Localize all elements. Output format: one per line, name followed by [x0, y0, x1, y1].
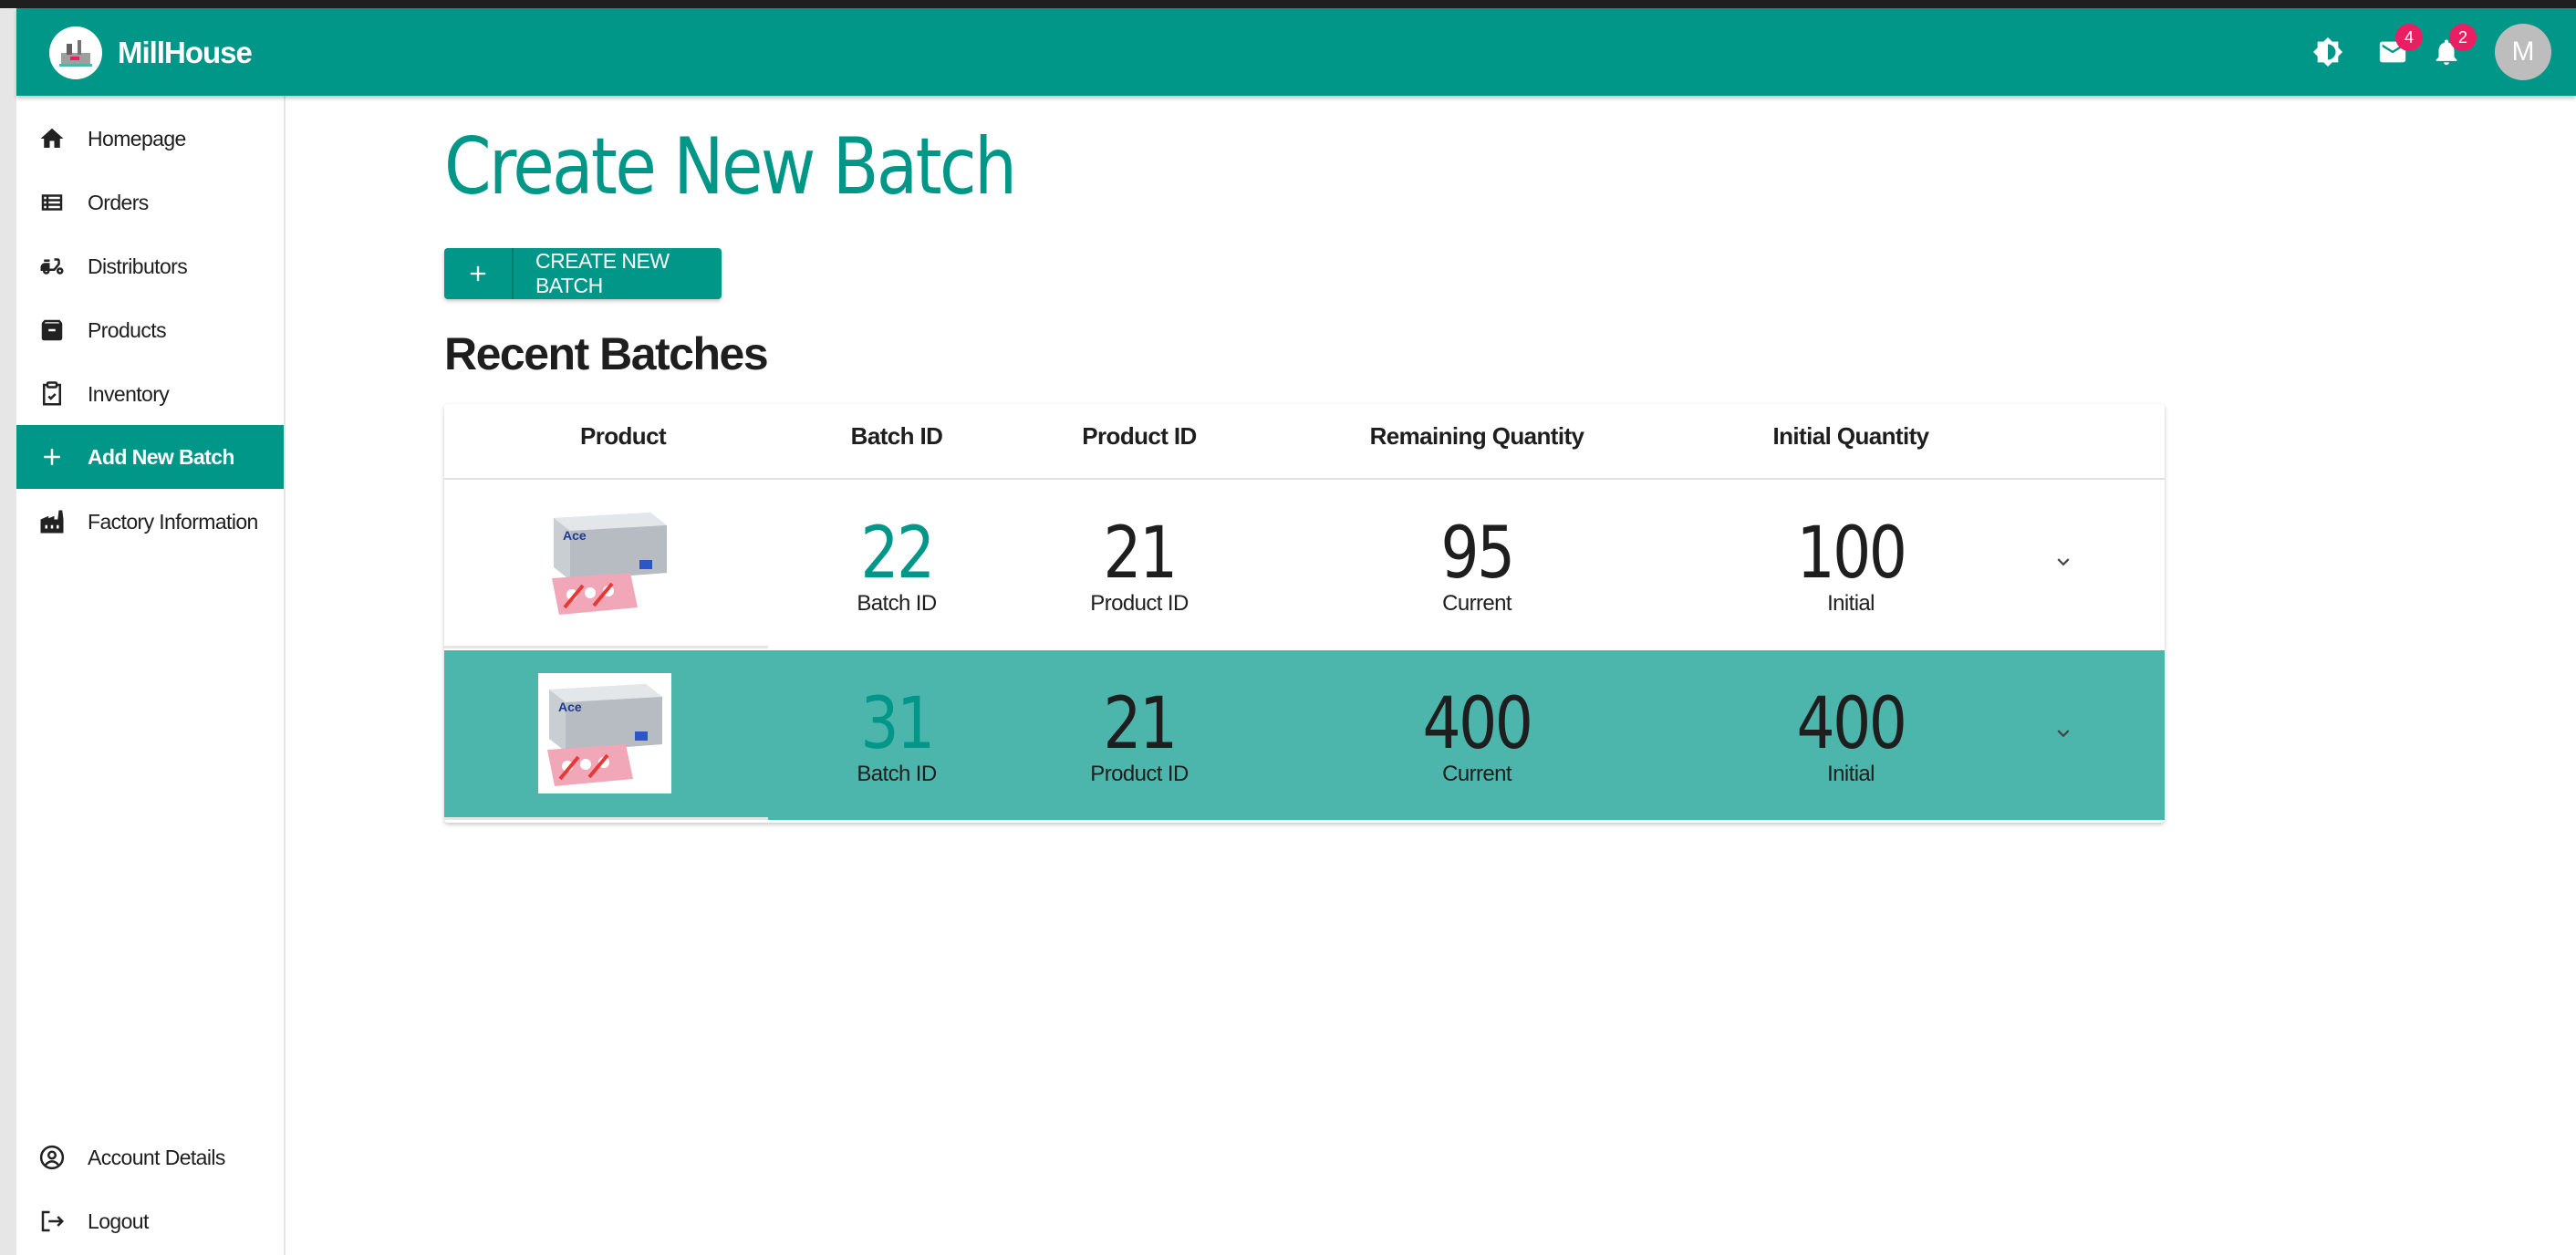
factory-icon [36, 506, 68, 537]
product-id-cell: 21 Product ID [1090, 683, 1189, 787]
row-divider [444, 817, 768, 820]
window-edge [0, 0, 16, 1255]
product-id-caption: Product ID [1090, 591, 1189, 616]
mail-badge: 4 [2395, 24, 2423, 51]
column-header-batch-id: Batch ID [850, 422, 943, 450]
mail-button[interactable]: 4 [2373, 24, 2423, 71]
initial-quantity-caption: Initial [1827, 762, 1875, 786]
sidebar-item-label: Account Details [88, 1145, 225, 1169]
sidebar-item-label: Homepage [88, 126, 186, 150]
sidebar-item-add-new-batch[interactable]: Add New Batch [16, 425, 284, 489]
chevron-down-icon [2057, 730, 2070, 738]
window-top-edge [0, 0, 2576, 8]
sidebar-item-account-details[interactable]: Account Details [16, 1125, 284, 1189]
initial-quantity-cell: 100 Initial [1787, 518, 1915, 617]
sidebar: Homepage Orders Distributors Products In… [16, 96, 286, 1255]
batch-id-cell: 22 Batch ID [854, 518, 939, 617]
remaining-quantity-caption: Current [1442, 591, 1511, 616]
initial-quantity-cell: 400 Initial [1787, 689, 1915, 787]
column-header-product: Product [579, 422, 667, 450]
column-header-remaining-quantity: Remaining Quantity [1369, 422, 1584, 450]
product-thumbnail: Ace [543, 502, 676, 622]
mill-logo-icon [59, 40, 92, 67]
logout-icon [36, 1206, 68, 1237]
sidebar-item-label: Inventory [88, 381, 170, 406]
remaining-quantity-value: 95 [1440, 513, 1515, 595]
chevron-down-icon [2057, 558, 2070, 566]
notifications-badge: 2 [2449, 24, 2477, 51]
sidebar-item-label: Add New Batch [88, 444, 234, 469]
list-icon [36, 187, 68, 218]
clipboard-check-icon [36, 379, 68, 410]
sidebar-item-label: Logout [88, 1208, 149, 1233]
app-title[interactable]: MillHouse [118, 36, 253, 70]
sidebar-item-label: Products [88, 317, 167, 342]
sidebar-item-label: Orders [88, 190, 149, 214]
product-id-caption: Product ID [1090, 762, 1189, 786]
batch-id-value: 31 [860, 683, 935, 765]
recent-batches-title: Recent Batches [444, 328, 769, 379]
sidebar-item-label: Factory Information [88, 509, 258, 534]
sidebar-item-factory-information[interactable]: Factory Information [16, 490, 284, 554]
app-window: MillHouse 4 2 M Homepage Orders Distribu… [16, 8, 2576, 1255]
row-divider [444, 646, 768, 648]
product-id-cell: 21 Product ID [1090, 513, 1189, 617]
home-icon [36, 123, 68, 154]
theme-toggle-button[interactable] [2309, 33, 2347, 71]
brightness-icon [2312, 36, 2343, 67]
table-row[interactable]: Ace 31 Batch ID 21 Product ID 400 Curren… [444, 650, 2165, 820]
batch-id-caption: Batch ID [857, 762, 937, 786]
app-bar: MillHouse 4 2 M [16, 8, 2576, 96]
create-new-batch-label: CREATE NEW BATCH [535, 249, 670, 297]
remaining-quantity-cell: 400 Current [1413, 689, 1541, 787]
batch-id-value: 22 [860, 513, 935, 595]
sidebar-item-inventory[interactable]: Inventory [16, 362, 284, 426]
archive-icon [36, 315, 68, 346]
batch-id-cell: 31 Batch ID [854, 689, 939, 787]
avatar[interactable]: M [2495, 24, 2551, 80]
product-id-value: 21 [1103, 513, 1178, 595]
remaining-quantity-value: 400 [1422, 683, 1533, 765]
sidebar-item-label: Distributors [88, 254, 188, 278]
sidebar-item-orders[interactable]: Orders [16, 171, 284, 234]
product-id-value: 21 [1103, 683, 1178, 765]
initial-quantity-value: 100 [1796, 513, 1907, 595]
recent-batches-table: Product Batch ID Product ID Remaining Qu… [444, 404, 2165, 823]
notifications-button[interactable]: 2 [2427, 24, 2477, 71]
sidebar-item-products[interactable]: Products [16, 298, 284, 362]
batch-id-caption: Batch ID [857, 591, 937, 616]
initial-quantity-caption: Initial [1827, 591, 1875, 616]
remaining-quantity-cell: 95 Current [1434, 518, 1519, 617]
scooter-icon [36, 251, 68, 282]
logo[interactable] [49, 26, 102, 79]
column-header-product-id: Product ID [1082, 422, 1197, 450]
sidebar-item-distributors[interactable]: Distributors [16, 234, 284, 298]
account-circle-icon [36, 1142, 68, 1173]
svg-text:Ace: Ace [563, 528, 587, 543]
product-thumbnail: Ace [538, 673, 671, 793]
sidebar-item-homepage[interactable]: Homepage [16, 107, 284, 171]
expand-row-button[interactable] [2050, 720, 2077, 747]
table-row[interactable]: Ace 22 Batch ID 21 Product ID 95 Current [444, 480, 2165, 649]
product-box-image: Ace [543, 502, 676, 622]
create-new-batch-button[interactable]: CREATE NEW BATCH [444, 248, 722, 299]
product-box-image: Ace [538, 673, 671, 793]
remaining-quantity-caption: Current [1442, 762, 1511, 786]
column-header-initial-quantity: Initial Quantity [1772, 422, 1930, 450]
svg-text:Ace: Ace [558, 700, 582, 714]
expand-row-button[interactable] [2050, 548, 2077, 576]
sidebar-item-logout[interactable]: Logout [16, 1189, 284, 1253]
page-title: Create New Batch [444, 121, 1017, 213]
plus-icon [36, 441, 68, 472]
plus-icon [444, 248, 514, 299]
initial-quantity-value: 400 [1796, 683, 1907, 765]
